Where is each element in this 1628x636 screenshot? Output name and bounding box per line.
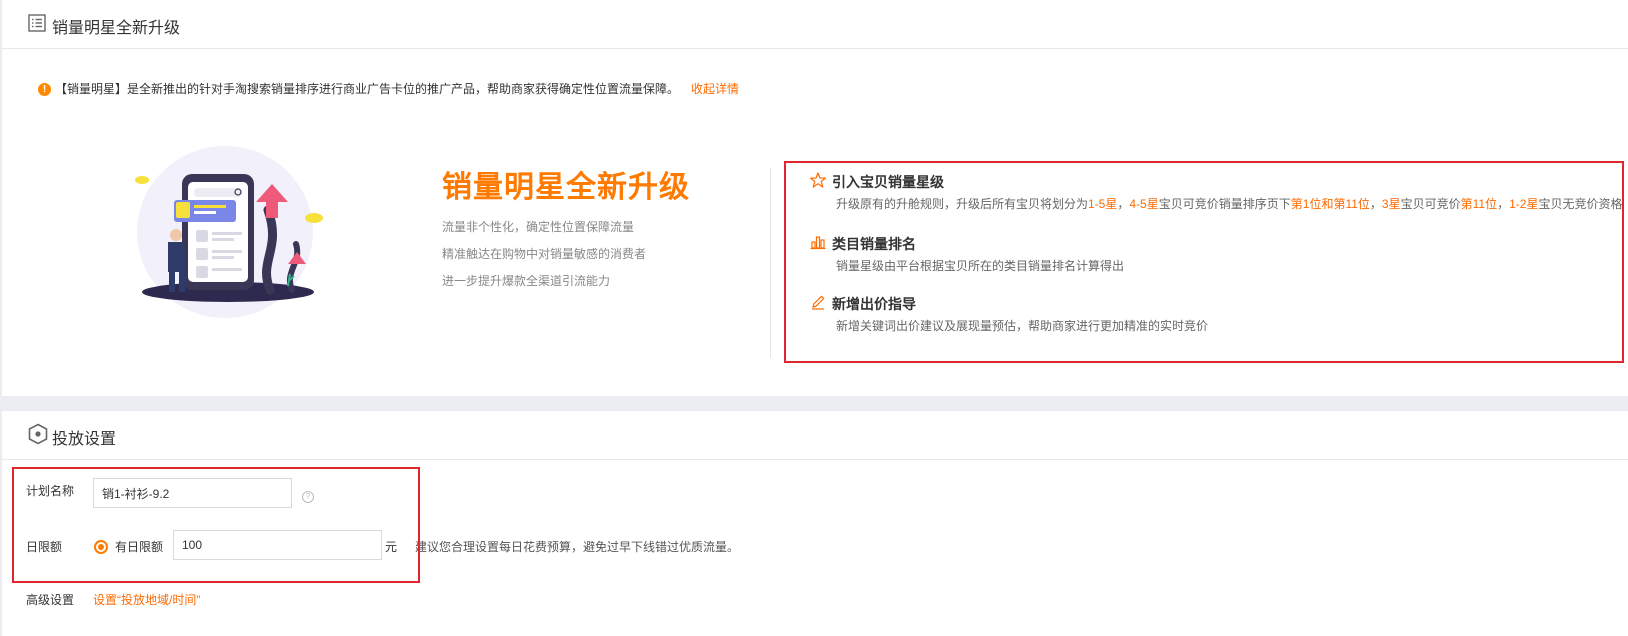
- warning-icon: !: [38, 83, 51, 96]
- hexagon-icon: [28, 423, 48, 450]
- features-highlight-box: [784, 161, 1624, 363]
- set-region-time-link[interactable]: 设置“投放地域/时间”: [93, 591, 200, 608]
- promo-title: 销量明星全新升级: [442, 171, 690, 204]
- divider: [770, 168, 771, 358]
- settings-panel-header: 投放设置: [2, 411, 1628, 460]
- promo-line: 进一步提升爆款全渠道引流能力: [442, 274, 611, 288]
- intro-panel-title: 销量明星全新升级: [52, 20, 181, 37]
- collapse-details-link[interactable]: 收起详情: [691, 82, 739, 96]
- advanced-settings-label: 高级设置: [26, 593, 75, 607]
- promo-line: 流量非个性化，确定性位置保障流量: [442, 220, 635, 234]
- promo-illustration: [130, 140, 350, 340]
- settings-panel-title: 投放设置: [52, 431, 117, 448]
- notice-text: 【销量明星】是全新推出的针对手淘搜索销量排序进行商业广告卡位的推广产品，帮助商家…: [55, 82, 680, 96]
- promo-line: 精准触达在购物中对销量敏感的消费者: [442, 247, 647, 261]
- daily-limit-hint: 建议您合理设置每日花费预算，避免过早下线错过优质流量。: [415, 540, 740, 554]
- form-highlight-box: [12, 467, 420, 583]
- list-icon: [28, 14, 46, 37]
- product-notice: ! 【销量明星】是全新推出的针对手淘搜索销量排序进行商业广告卡位的推广产品，帮助商…: [38, 80, 739, 97]
- intro-panel-header: 销量明星全新升级: [2, 0, 1628, 49]
